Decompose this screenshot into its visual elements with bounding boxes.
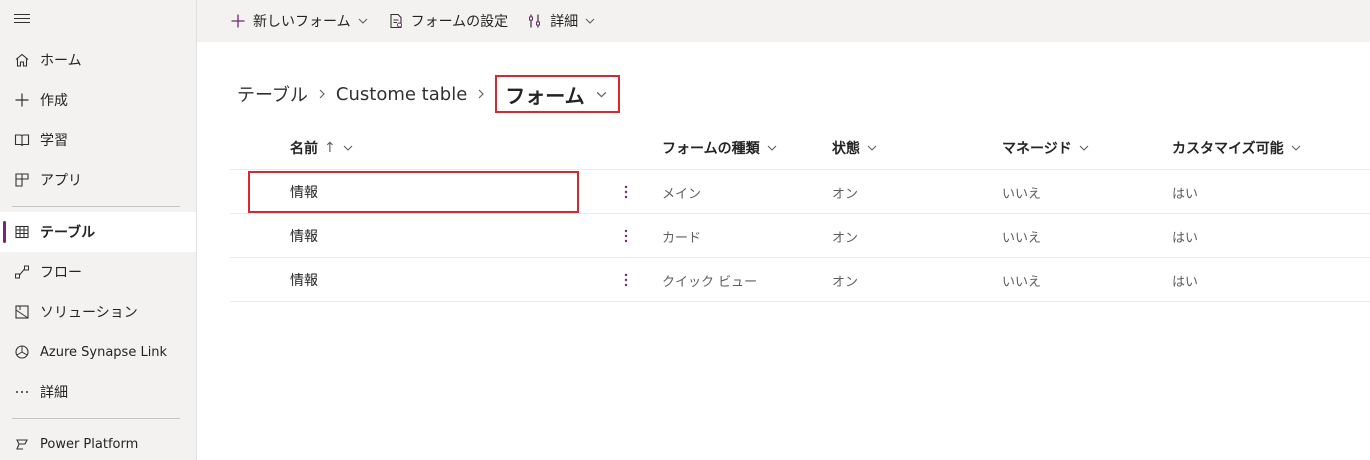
sidebar-item-tables[interactable]: テーブル [0,212,196,252]
sidebar-item-power-platform[interactable]: Power Platform [0,424,196,460]
form-name-link[interactable]: 情報 [290,258,318,302]
sidebar-item-label: 詳細 [40,385,68,401]
sidebar-item-label: ホーム [40,53,82,69]
new-form-label: 新しいフォーム [253,14,351,30]
home-icon [12,50,32,70]
apps-icon [12,170,32,190]
synapse-icon [12,342,32,362]
column-header-label: マネージド [1002,141,1072,157]
breadcrumb-current-forms[interactable]: フォーム [495,75,620,113]
command-bar: 新しいフォーム フォームの設定 詳細 [197,0,1370,42]
details-button[interactable]: 詳細 [526,11,596,31]
sidebar-item-create[interactable]: 作成 [0,80,196,120]
form-name-link[interactable]: 情報 [290,214,318,258]
breadcrumb-current-label: フォーム [505,83,585,108]
form-settings-label: フォームの設定 [410,14,509,30]
table-row[interactable]: 情報 クイック ビュー オン いいえ はい [230,258,1370,302]
sidebar-item-azure-synapse-link[interactable]: Azure Synapse Link [0,332,196,372]
chevron-down-icon [584,15,596,27]
state-cell: オン [832,274,859,290]
left-navigation: ホーム 作成 学習 アプリ テーブル フロー ソリューション Azure Syn… [0,0,197,460]
sort-ascending-icon: ↑ [324,140,336,156]
sidebar-item-more[interactable]: 詳細 [0,372,196,412]
details-label: 詳細 [550,14,579,30]
flow-icon [12,262,32,282]
table-icon [12,222,32,242]
hamburger-menu-icon[interactable] [14,12,30,26]
customizable-cell: はい [1172,274,1199,290]
sidebar-item-solutions[interactable]: ソリューション [0,292,196,332]
chevron-down-icon [595,88,608,101]
breadcrumb: テーブル Custome table フォーム [237,74,620,114]
column-header-label: フォームの種類 [662,141,760,157]
new-form-button[interactable]: 新しいフォーム [229,11,369,31]
form-settings-icon [387,12,405,30]
column-header-label: 状態 [832,141,860,157]
sidebar-item-label: Power Platform [40,436,139,452]
customizable-cell: はい [1172,186,1199,202]
sidebar-item-home[interactable]: ホーム [0,40,196,80]
sidebar-item-label: フロー [40,265,82,281]
managed-cell: いいえ [1002,230,1042,246]
chevron-right-icon [475,88,487,100]
book-icon [12,130,32,150]
sidebar-item-label: アプリ [40,173,82,189]
chevron-down-icon [1078,142,1090,154]
sidebar-item-learn[interactable]: 学習 [0,120,196,160]
tools-icon [526,12,544,30]
sidebar-item-apps[interactable]: アプリ [0,160,196,200]
form-settings-button[interactable]: フォームの設定 [387,11,509,31]
table-row[interactable]: 情報 カード オン いいえ はい [230,214,1370,258]
column-header-form-type[interactable]: フォームの種類 [662,126,778,170]
chevron-down-icon [766,142,778,154]
managed-cell: いいえ [1002,274,1042,290]
solution-icon [12,302,32,322]
table-header: 名前 ↑ フォームの種類 状態 マネージド カスタマイズ可能 [230,126,1370,170]
customizable-cell: はい [1172,230,1199,246]
chevron-down-icon [1290,142,1302,154]
column-header-state[interactable]: 状態 [832,126,878,170]
form-type-cell: カード [662,230,702,246]
breadcrumb-item-table[interactable]: Custome table [336,84,467,105]
sidebar-divider [12,418,180,419]
form-type-cell: メイン [662,186,702,202]
chevron-down-icon [342,142,354,154]
managed-cell: いいえ [1002,186,1042,202]
chevron-down-icon [866,142,878,154]
column-header-label: カスタマイズ可能 [1172,141,1284,157]
sidebar-item-label: 学習 [40,133,68,149]
chevron-down-icon [357,15,369,27]
power-platform-icon [12,434,32,454]
sidebar-item-label: テーブル [40,225,96,241]
more-options-icon[interactable] [618,270,634,290]
column-header-name[interactable]: 名前 ↑ [290,126,354,170]
plus-icon [12,90,32,110]
chevron-right-icon [316,88,328,100]
state-cell: オン [832,230,859,246]
state-cell: オン [832,186,859,202]
more-icon [12,382,32,402]
forms-table: 名前 ↑ フォームの種類 状態 マネージド カスタマイズ可能 情報 メイン オン… [230,126,1370,302]
more-options-icon[interactable] [618,182,634,202]
plus-icon [229,12,247,30]
column-header-label: 名前 [290,141,318,157]
column-header-managed[interactable]: マネージド [1002,126,1090,170]
sidebar-item-label: 作成 [40,93,68,109]
sidebar-item-label: Azure Synapse Link [40,344,168,360]
form-type-cell: クイック ビュー [662,274,758,290]
column-header-customizable[interactable]: カスタマイズ可能 [1172,126,1302,170]
sidebar-divider [12,206,180,207]
more-options-icon[interactable] [618,226,634,246]
form-name-link[interactable]: 情報 [290,170,318,214]
sidebar-item-flows[interactable]: フロー [0,252,196,292]
breadcrumb-item-tables[interactable]: テーブル [237,81,308,107]
sidebar-item-label: ソリューション [40,305,138,321]
table-row[interactable]: 情報 メイン オン いいえ はい [230,170,1370,214]
